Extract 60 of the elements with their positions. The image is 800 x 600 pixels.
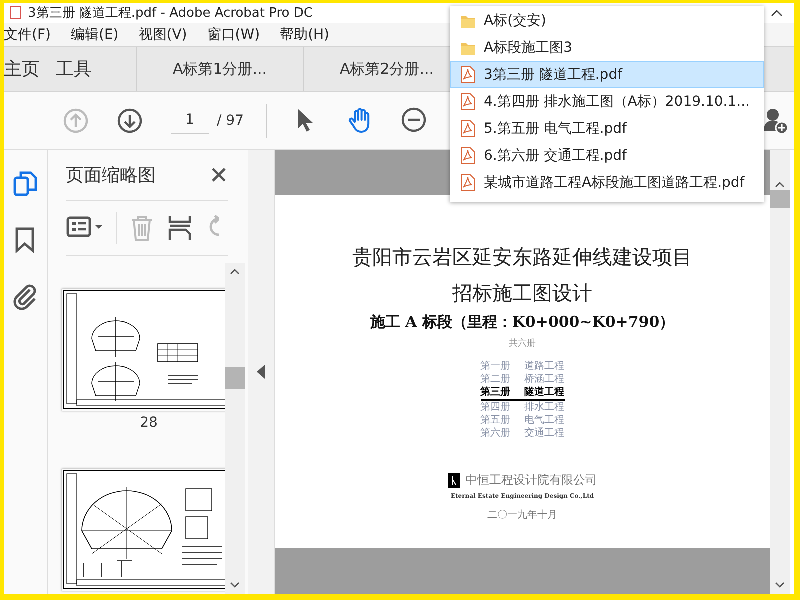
volume-title: 桥涵工程	[524, 373, 564, 386]
tab[interactable]: A标第1分册...	[136, 47, 303, 91]
volume-number: 第四册	[480, 401, 512, 414]
minus-circle-icon[interactable]	[400, 107, 427, 134]
panel-title: 页面缩略图	[66, 164, 156, 187]
file-list-item[interactable]: 3第三册 隧道工程.pdf	[450, 61, 764, 88]
volume-title: 隧道工程	[524, 386, 564, 401]
volume-title: 交通工程	[524, 427, 564, 440]
company-logo-icon	[448, 473, 460, 488]
pdf-file-icon	[460, 65, 476, 84]
document-icon	[10, 6, 22, 20]
pages-icon[interactable]	[12, 170, 40, 198]
pdf-file-icon	[460, 173, 476, 192]
menu-item[interactable]: 视图(V)	[138, 26, 188, 44]
triangle-left-icon[interactable]	[257, 365, 265, 379]
arrow-down-circle-icon[interactable]	[117, 108, 143, 134]
menu-item[interactable]: 窗口(W)	[207, 26, 260, 44]
volume-title: 道路工程	[524, 360, 564, 373]
pdf-file-icon	[460, 92, 476, 111]
page-thumbnail[interactable]	[62, 469, 225, 591]
file-list-item[interactable]: 4.第四册 排水施工图（A标）2019.10.1...	[450, 88, 764, 115]
document-title: 贵阳市云岩区延安东路延伸线建设项目	[352, 244, 692, 271]
file-list-item[interactable]: 某城市道路工程A标段施工图道路工程.pdf	[450, 169, 764, 196]
pdf-file-icon	[460, 119, 476, 138]
volume-number: 第六册	[480, 427, 512, 440]
volume-number: 第三册	[480, 386, 524, 401]
window-title: 3第三册 隧道工程.pdf - Adobe Acrobat Pro DC	[28, 5, 313, 22]
document-subtitle: 施工 A 标段（里程：K0+000~K0+790）	[370, 312, 675, 333]
file-list-item[interactable]: 6.第六册 交通工程.pdf	[450, 142, 764, 169]
file-list-item[interactable]: 5.第五册 电气工程.pdf	[450, 115, 764, 142]
page-thumbnail[interactable]	[62, 289, 225, 411]
scrollbar-thumb[interactable]	[770, 190, 790, 208]
volume-title: 排水工程	[524, 401, 564, 414]
page-count: / 97	[217, 112, 244, 128]
file-list-item[interactable]: A标(交安)	[450, 7, 764, 34]
volume-number: 第二册	[480, 373, 512, 386]
menu-item[interactable]: 帮助(H)	[280, 26, 330, 44]
volume-number: 第一册	[480, 360, 512, 373]
tab[interactable]: 主页	[4, 47, 56, 91]
menu-item[interactable]: 文件(F)	[4, 26, 51, 44]
chevron-up-icon[interactable]	[773, 180, 787, 190]
person-add-icon[interactable]	[762, 106, 790, 134]
close-icon[interactable]	[210, 166, 228, 184]
pdf-file-icon	[460, 146, 476, 165]
company-name: 中恒工程设计院有限公司	[466, 472, 598, 489]
tab[interactable]: 工具	[56, 47, 136, 91]
document-date: 二〇一九年十月	[488, 508, 558, 522]
menu-item[interactable]: 编辑(E)	[70, 26, 119, 44]
chevron-down-icon[interactable]	[773, 580, 787, 590]
chevron-up-icon[interactable]	[228, 267, 242, 277]
volume-count: 共六册	[509, 338, 536, 350]
volume-number: 第五册	[480, 414, 512, 427]
insert-page-icon[interactable]	[167, 214, 193, 242]
scrollbar-thumb[interactable]	[225, 367, 245, 389]
page-number-field[interactable]: 1	[171, 107, 209, 134]
chevron-up-icon[interactable]	[770, 8, 784, 18]
page-number: 28	[140, 415, 158, 431]
document-title: 招标施工图设计	[452, 280, 592, 307]
chevron-down-icon[interactable]	[228, 580, 242, 590]
volume-title: 电气工程	[524, 414, 564, 427]
